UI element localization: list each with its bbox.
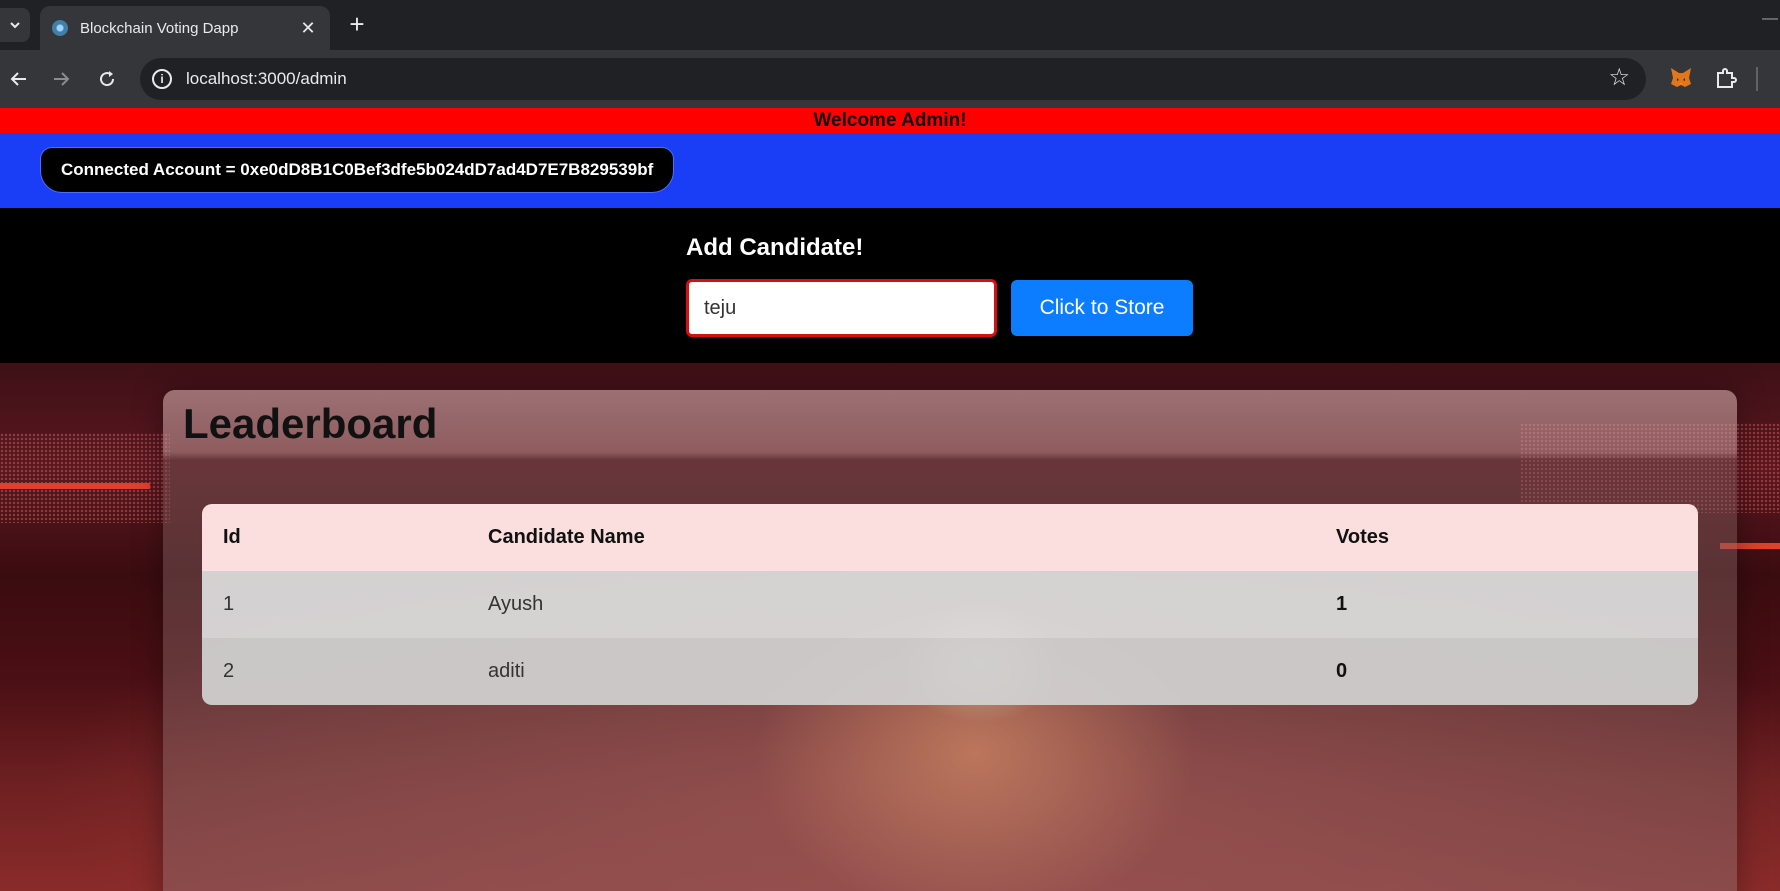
site-info-icon[interactable]: i bbox=[152, 69, 172, 89]
leaderboard-header: Leaderboard bbox=[163, 390, 1737, 460]
store-candidate-button[interactable]: Click to Store bbox=[1011, 280, 1193, 336]
tab-search-button[interactable] bbox=[0, 8, 30, 42]
back-arrow-icon[interactable] bbox=[2, 62, 36, 96]
column-header-votes: Votes bbox=[1315, 504, 1698, 571]
add-candidate-title: Add Candidate! bbox=[686, 234, 864, 261]
welcome-banner: Welcome Admin! bbox=[0, 108, 1780, 133]
cell-votes: 1 bbox=[1315, 571, 1698, 638]
extensions-puzzle-icon[interactable] bbox=[1714, 66, 1738, 90]
reload-icon[interactable] bbox=[90, 62, 124, 96]
connected-account-badge: Connected Account = 0xe0dD8B1C0Bef3dfe5b… bbox=[40, 147, 675, 193]
table-row: 1 Ayush 1 bbox=[202, 571, 1698, 638]
close-icon[interactable]: ✕ bbox=[298, 18, 318, 39]
browser-tab[interactable]: Blockchain Voting Dapp ✕ bbox=[40, 6, 330, 50]
column-header-candidate-name: Candidate Name bbox=[467, 504, 1315, 571]
account-bar: Connected Account = 0xe0dD8B1C0Bef3dfe5b… bbox=[0, 133, 1780, 208]
chevron-down-icon bbox=[10, 22, 20, 29]
cell-id: 2 bbox=[202, 638, 467, 705]
page-content: Welcome Admin! Connected Account = 0xe0d… bbox=[0, 108, 1780, 891]
table-header-row: Id Candidate Name Votes bbox=[202, 504, 1698, 571]
cell-candidate-name: aditi bbox=[467, 638, 1315, 705]
new-tab-button[interactable]: + bbox=[344, 11, 370, 38]
table-row: 2 aditi 0 bbox=[202, 638, 1698, 705]
candidate-name-input[interactable] bbox=[686, 279, 997, 337]
favicon-icon bbox=[52, 20, 68, 36]
background-cloud-stripe bbox=[0, 483, 150, 489]
browser-tabstrip: Blockchain Voting Dapp ✕ + — bbox=[0, 0, 1780, 50]
minimize-icon[interactable]: — bbox=[1762, 10, 1780, 30]
cell-candidate-name: Ayush bbox=[467, 571, 1315, 638]
bookmark-star-icon[interactable]: ☆ bbox=[1608, 65, 1630, 91]
column-header-id: Id bbox=[202, 504, 467, 571]
cell-votes: 0 bbox=[1315, 638, 1698, 705]
address-bar[interactable]: i localhost:3000/admin ☆ bbox=[140, 58, 1646, 100]
leaderboard-panel: Leaderboard Id Candidate Name Votes 1 Ay… bbox=[163, 390, 1737, 891]
background-dither-left bbox=[0, 433, 170, 523]
browser-toolbar: i localhost:3000/admin ☆ bbox=[0, 50, 1780, 108]
leaderboard-table: Id Candidate Name Votes 1 Ayush 1 2 adit… bbox=[202, 504, 1698, 705]
toolbar-divider bbox=[1756, 67, 1758, 91]
url-text[interactable]: localhost:3000/admin bbox=[186, 69, 347, 89]
tab-title: Blockchain Voting Dapp bbox=[80, 19, 239, 37]
cell-id: 1 bbox=[202, 571, 467, 638]
leaderboard-title: Leaderboard bbox=[183, 400, 438, 447]
forward-arrow-icon[interactable] bbox=[44, 62, 78, 96]
metamask-fox-icon[interactable] bbox=[1668, 64, 1694, 90]
add-candidate-section: Add Candidate! Click to Store bbox=[0, 208, 1780, 363]
